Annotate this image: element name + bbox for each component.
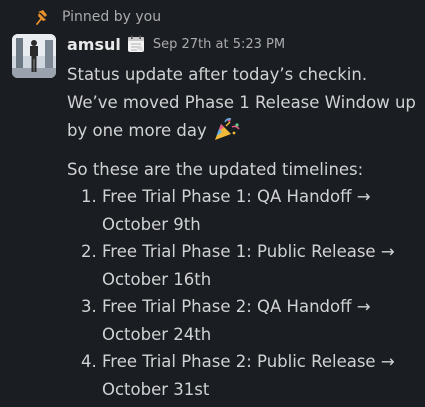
avatar[interactable] xyxy=(12,34,56,78)
timeline-intro: So these are the updated timelines: xyxy=(67,159,364,179)
message: amsul Sep 27th at 5:23 PM Status update … xyxy=(67,31,419,403)
calendar-icon[interactable] xyxy=(127,35,145,53)
pinned-indicator: Pinned by you xyxy=(36,7,161,27)
message-paragraph-2: So these are the updated timelines: Free… xyxy=(67,156,419,404)
pin-icon xyxy=(36,10,47,25)
message-header: amsul Sep 27th at 5:23 PM xyxy=(67,31,419,57)
timestamp[interactable]: Sep 27th at 5:23 PM xyxy=(153,37,285,52)
list-item: Free Trial Phase 1: Public Release → Oct… xyxy=(102,238,419,293)
list-item: Free Trial Phase 2: QA Handoff → October… xyxy=(102,293,419,348)
timeline-list: Free Trial Phase 1: QA Handoff → October… xyxy=(67,183,419,403)
pinned-label: Pinned by you xyxy=(62,9,162,25)
author-name[interactable]: amsul xyxy=(67,35,121,54)
list-item: Free Trial Phase 2: Public Release → Oct… xyxy=(102,348,419,403)
avatar-photo xyxy=(12,34,56,78)
party-popper-icon xyxy=(215,118,240,140)
message-paragraph-1: Status update after today’s checkin. We’… xyxy=(67,61,419,145)
list-item: Free Trial Phase 1: QA Handoff → October… xyxy=(102,183,419,238)
